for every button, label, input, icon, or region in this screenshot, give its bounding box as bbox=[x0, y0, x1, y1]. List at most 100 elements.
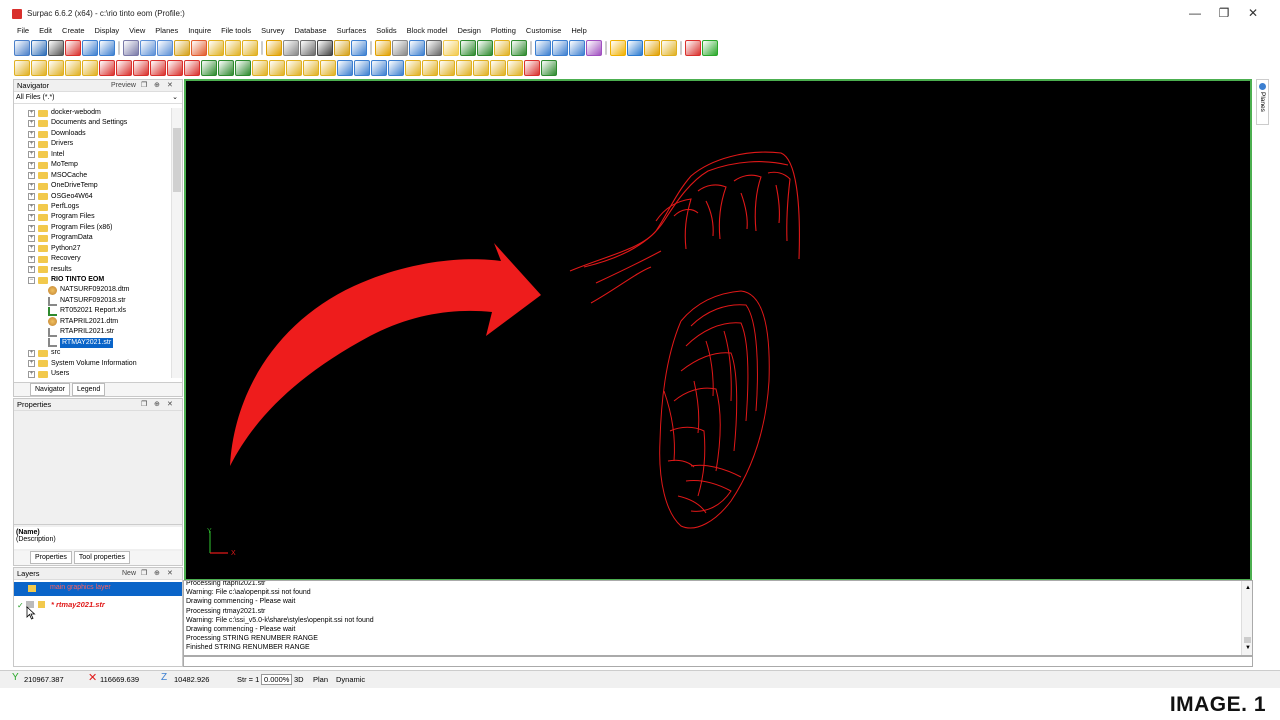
scroll-thumb[interactable] bbox=[1244, 637, 1251, 643]
view-plan[interactable]: Plan bbox=[313, 675, 328, 684]
layer-row-rtmay[interactable]: ✓ * rtmay2021.str bbox=[14, 598, 182, 612]
tool-icon[interactable] bbox=[627, 39, 643, 56]
tool-icon[interactable] bbox=[218, 59, 234, 76]
tool-icon[interactable] bbox=[65, 39, 81, 56]
tool-icon[interactable] bbox=[317, 39, 333, 56]
file-filter-select[interactable]: All Files (*.*) ⌄ bbox=[14, 92, 182, 104]
tool-icon[interactable] bbox=[409, 39, 425, 56]
tool-icon[interactable] bbox=[82, 39, 98, 56]
menu-help[interactable]: Help bbox=[566, 25, 591, 37]
tool-icon[interactable] bbox=[116, 59, 132, 76]
viewport-canvas[interactable]: Y X bbox=[186, 81, 1250, 579]
tree-item[interactable]: + Intel bbox=[14, 150, 172, 160]
expand-icon[interactable]: + bbox=[28, 120, 35, 128]
tool-icon[interactable] bbox=[48, 39, 64, 56]
scroll-down-icon[interactable]: ▼ bbox=[1245, 645, 1251, 651]
tool-icon[interactable] bbox=[702, 39, 718, 56]
expand-icon[interactable]: + bbox=[28, 161, 35, 169]
expand-icon[interactable]: + bbox=[28, 151, 35, 159]
tool-icon[interactable] bbox=[14, 39, 30, 56]
tool-icon[interactable] bbox=[371, 59, 387, 76]
tool-icon[interactable] bbox=[14, 59, 30, 76]
tool-icon[interactable] bbox=[661, 39, 677, 56]
tool-icon[interactable] bbox=[541, 59, 557, 76]
tool-icon[interactable] bbox=[99, 59, 115, 76]
tool-icon[interactable] bbox=[286, 59, 302, 76]
tool-icon[interactable] bbox=[300, 39, 316, 56]
tree-item[interactable]: RTAPRIL2021.str bbox=[14, 327, 172, 337]
tree-item[interactable]: + System Volume Information bbox=[14, 359, 172, 369]
expand-icon[interactable]: + bbox=[28, 349, 35, 357]
tree-item[interactable]: + Program Files bbox=[14, 212, 172, 222]
tree-item[interactable]: NATSURF092018.str bbox=[14, 296, 172, 306]
menu-edit[interactable]: Edit bbox=[34, 25, 57, 37]
tool-icon[interactable] bbox=[31, 39, 47, 56]
expand-icon[interactable]: + bbox=[28, 172, 35, 180]
tree-item[interactable]: RTMAY2021.str bbox=[14, 337, 172, 349]
tab-tool-properties[interactable]: Tool properties bbox=[73, 551, 130, 564]
expand-icon[interactable]: + bbox=[28, 214, 35, 222]
menu-block-model[interactable]: Block model bbox=[402, 25, 453, 37]
tool-icon[interactable] bbox=[201, 59, 217, 76]
float-icon[interactable]: ❐ bbox=[141, 568, 147, 580]
menu-solids[interactable]: Solids bbox=[371, 25, 401, 37]
tool-icon[interactable] bbox=[208, 39, 224, 56]
tool-icon[interactable] bbox=[586, 39, 602, 56]
tree-item[interactable]: RT052021 Report.xls bbox=[14, 306, 172, 317]
menu-display[interactable]: Display bbox=[90, 25, 125, 37]
tool-icon[interactable] bbox=[351, 39, 367, 56]
tree-item[interactable]: + Documents and Settings bbox=[14, 118, 172, 128]
menu-file[interactable]: File bbox=[12, 25, 34, 37]
tree-item[interactable]: + Recovery bbox=[14, 254, 172, 264]
tree-item[interactable]: + ProgramData bbox=[14, 233, 172, 243]
expand-icon[interactable]: + bbox=[28, 193, 35, 201]
tool-icon[interactable] bbox=[422, 59, 438, 76]
tool-icon[interactable] bbox=[610, 39, 626, 56]
mode-3d[interactable]: 3D bbox=[294, 675, 304, 684]
expand-icon[interactable]: + bbox=[28, 109, 35, 117]
tab-properties[interactable]: Properties bbox=[30, 551, 72, 564]
tool-icon[interactable] bbox=[405, 59, 421, 76]
tool-icon[interactable] bbox=[283, 39, 299, 56]
expand-icon[interactable]: + bbox=[28, 182, 35, 190]
menu-plotting[interactable]: Plotting bbox=[486, 25, 521, 37]
tool-icon[interactable] bbox=[507, 59, 523, 76]
tool-icon[interactable] bbox=[303, 59, 319, 76]
checkmark-icon[interactable]: ✓ bbox=[17, 601, 24, 610]
tool-icon[interactable] bbox=[99, 39, 115, 56]
tool-icon[interactable] bbox=[174, 39, 190, 56]
tool-icon[interactable] bbox=[685, 39, 701, 56]
tree-item[interactable]: + Program Files (x86) bbox=[14, 223, 172, 233]
tool-icon[interactable] bbox=[494, 39, 510, 56]
dynamic-mode[interactable]: Dynamic bbox=[336, 675, 365, 684]
menu-create[interactable]: Create bbox=[57, 25, 90, 37]
tool-icon[interactable] bbox=[150, 59, 166, 76]
layer-row-main[interactable]: main graphics layer bbox=[14, 582, 182, 596]
scroll-thumb[interactable] bbox=[173, 128, 181, 192]
tool-icon[interactable] bbox=[443, 39, 459, 56]
menu-database[interactable]: Database bbox=[290, 25, 332, 37]
tool-icon[interactable] bbox=[334, 39, 350, 56]
expand-icon[interactable]: + bbox=[28, 255, 35, 263]
tool-icon[interactable] bbox=[252, 59, 268, 76]
menu-view[interactable]: View bbox=[124, 25, 150, 37]
tree-item[interactable]: + MoTemp bbox=[14, 160, 172, 170]
tool-icon[interactable] bbox=[337, 59, 353, 76]
preview-button[interactable]: Preview bbox=[111, 80, 136, 92]
close-button[interactable]: ✕ bbox=[1244, 5, 1262, 21]
restore-button[interactable]: ❐ bbox=[1215, 5, 1233, 21]
menu-design[interactable]: Design bbox=[453, 25, 486, 37]
expand-icon[interactable]: + bbox=[28, 234, 35, 242]
graphics-viewport[interactable]: Y X bbox=[184, 79, 1252, 581]
tool-icon[interactable] bbox=[552, 39, 568, 56]
tool-icon[interactable] bbox=[490, 59, 506, 76]
tree-item[interactable]: + OneDriveTemp bbox=[14, 181, 172, 191]
expand-icon[interactable]: + bbox=[28, 141, 35, 149]
tool-icon[interactable] bbox=[439, 59, 455, 76]
menu-planes[interactable]: Planes bbox=[150, 25, 183, 37]
tool-icon[interactable] bbox=[140, 39, 156, 56]
tool-icon[interactable] bbox=[375, 39, 391, 56]
tree-item[interactable]: + PerfLogs bbox=[14, 202, 172, 212]
tool-icon[interactable] bbox=[644, 39, 660, 56]
float-icon[interactable]: ❐ bbox=[141, 80, 147, 92]
